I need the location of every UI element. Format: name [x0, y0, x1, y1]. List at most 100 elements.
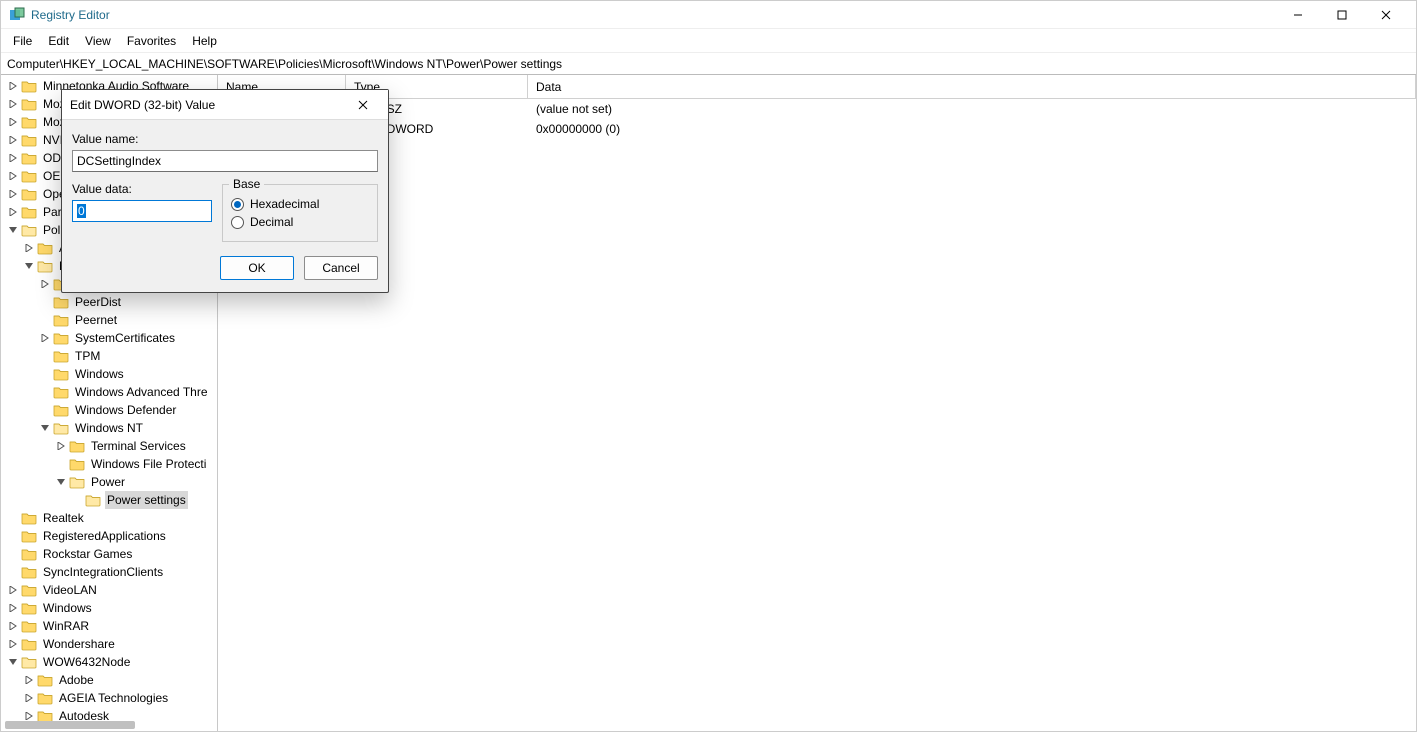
tree-spacer: [55, 458, 67, 470]
tree-node[interactable]: Power: [1, 473, 217, 491]
base-legend: Base: [229, 177, 264, 191]
close-button[interactable]: [1364, 1, 1408, 29]
address-bar[interactable]: Computer\HKEY_LOCAL_MACHINE\SOFTWARE\Pol…: [1, 53, 1416, 75]
tree-spacer: [39, 314, 51, 326]
ok-button[interactable]: OK: [220, 256, 294, 280]
menu-view[interactable]: View: [77, 32, 119, 50]
expand-icon[interactable]: [7, 152, 19, 164]
tree-node[interactable]: RegisteredApplications: [1, 527, 217, 545]
folder-icon: [21, 529, 37, 543]
value-data-cell: (value not set): [528, 102, 1416, 116]
folder-icon: [21, 565, 37, 579]
tree-node[interactable]: Windows: [1, 599, 217, 617]
column-header-data[interactable]: Data: [528, 75, 1416, 98]
tree-node[interactable]: WinRAR: [1, 617, 217, 635]
expand-icon[interactable]: [7, 584, 19, 596]
tree-spacer: [71, 494, 83, 506]
registry-editor-window: Registry Editor File Edit View Favorites…: [0, 0, 1417, 732]
tree-spacer: [7, 548, 19, 560]
list-body: ab(Default)REG_SZ(value not set)110011DC…: [218, 99, 1416, 731]
tree-node[interactable]: AGEIA Technologies: [1, 689, 217, 707]
tree-node-label: Windows NT: [73, 419, 145, 437]
expand-icon[interactable]: [7, 80, 19, 92]
expand-icon[interactable]: [23, 242, 35, 254]
expand-icon[interactable]: [7, 170, 19, 182]
tree-spacer: [7, 530, 19, 542]
radio-decimal[interactable]: Decimal: [231, 215, 369, 229]
minimize-button[interactable]: [1276, 1, 1320, 29]
collapse-icon[interactable]: [55, 476, 67, 488]
address-text: Computer\HKEY_LOCAL_MACHINE\SOFTWARE\Pol…: [7, 57, 562, 71]
expand-icon[interactable]: [7, 188, 19, 200]
tree-node[interactable]: Windows File Protecti: [1, 455, 217, 473]
tree-node[interactable]: Windows Defender: [1, 401, 217, 419]
maximize-button[interactable]: [1320, 1, 1364, 29]
expand-icon[interactable]: [7, 98, 19, 110]
tree-node[interactable]: Adobe: [1, 671, 217, 689]
tree-node[interactable]: WOW6432Node: [1, 653, 217, 671]
tree-node[interactable]: Wondershare: [1, 635, 217, 653]
tree-node[interactable]: SyncIntegrationClients: [1, 563, 217, 581]
collapse-icon[interactable]: [39, 422, 51, 434]
tree-node[interactable]: SystemCertificates: [1, 329, 217, 347]
tree-node[interactable]: Power settings: [1, 491, 217, 509]
collapse-icon[interactable]: [7, 224, 19, 236]
expand-icon[interactable]: [7, 206, 19, 218]
tree-node[interactable]: VideoLAN: [1, 581, 217, 599]
tree-node[interactable]: Peernet: [1, 311, 217, 329]
tree-node-label: Wondershare: [41, 635, 117, 653]
value-data-input[interactable]: 0: [72, 200, 212, 222]
folder-icon: [53, 313, 69, 327]
expand-icon[interactable]: [7, 620, 19, 632]
tree-node-label: Windows Advanced Thre: [73, 383, 210, 401]
folder-icon: [21, 655, 37, 669]
expand-icon[interactable]: [7, 602, 19, 614]
cancel-button[interactable]: Cancel: [304, 256, 378, 280]
folder-icon: [69, 439, 85, 453]
folder-icon: [21, 133, 37, 147]
expand-icon[interactable]: [39, 332, 51, 344]
expand-icon[interactable]: [7, 638, 19, 650]
tree-spacer: [39, 404, 51, 416]
tree-node[interactable]: Rockstar Games: [1, 545, 217, 563]
folder-icon: [21, 97, 37, 111]
expand-icon[interactable]: [7, 134, 19, 146]
folder-icon: [53, 367, 69, 381]
expand-icon[interactable]: [23, 692, 35, 704]
tree-node[interactable]: TPM: [1, 347, 217, 365]
dialog-close-button[interactable]: [346, 91, 380, 119]
radio-hexadecimal-button[interactable]: [231, 198, 244, 211]
menu-favorites[interactable]: Favorites: [119, 32, 184, 50]
expand-icon[interactable]: [7, 116, 19, 128]
tree-node-label: VideoLAN: [41, 581, 99, 599]
tree-node[interactable]: PeerDist: [1, 293, 217, 311]
folder-icon: [37, 691, 53, 705]
menu-edit[interactable]: Edit: [40, 32, 77, 50]
value-row[interactable]: 110011DCSettingIndexREG_DWORD0x00000000 …: [218, 119, 1416, 139]
collapse-icon[interactable]: [23, 260, 35, 272]
radio-hexadecimal[interactable]: Hexadecimal: [231, 197, 369, 211]
folder-icon: [69, 475, 85, 489]
tree-node[interactable]: Windows Advanced Thre: [1, 383, 217, 401]
tree-node-label: WinRAR: [41, 617, 91, 635]
collapse-icon[interactable]: [7, 656, 19, 668]
menu-help[interactable]: Help: [184, 32, 225, 50]
tree-node[interactable]: Windows: [1, 365, 217, 383]
value-row[interactable]: ab(Default)REG_SZ(value not set): [218, 99, 1416, 119]
tree-node-label: Adobe: [57, 671, 96, 689]
dialog-titlebar[interactable]: Edit DWORD (32-bit) Value: [62, 90, 388, 120]
tree-node[interactable]: Windows NT: [1, 419, 217, 437]
value-data-cell: 0x00000000 (0): [528, 122, 1416, 136]
scrollbar-thumb[interactable]: [5, 721, 135, 729]
menu-file[interactable]: File: [5, 32, 40, 50]
tree-node[interactable]: Terminal Services: [1, 437, 217, 455]
folder-icon: [69, 457, 85, 471]
expand-icon[interactable]: [23, 674, 35, 686]
radio-decimal-button[interactable]: [231, 216, 244, 229]
folder-icon: [21, 169, 37, 183]
expand-icon[interactable]: [39, 278, 51, 290]
expand-icon[interactable]: [55, 440, 67, 452]
value-name-input[interactable]: [72, 150, 378, 172]
tree-node[interactable]: Realtek: [1, 509, 217, 527]
radio-hexadecimal-label: Hexadecimal: [250, 197, 319, 211]
